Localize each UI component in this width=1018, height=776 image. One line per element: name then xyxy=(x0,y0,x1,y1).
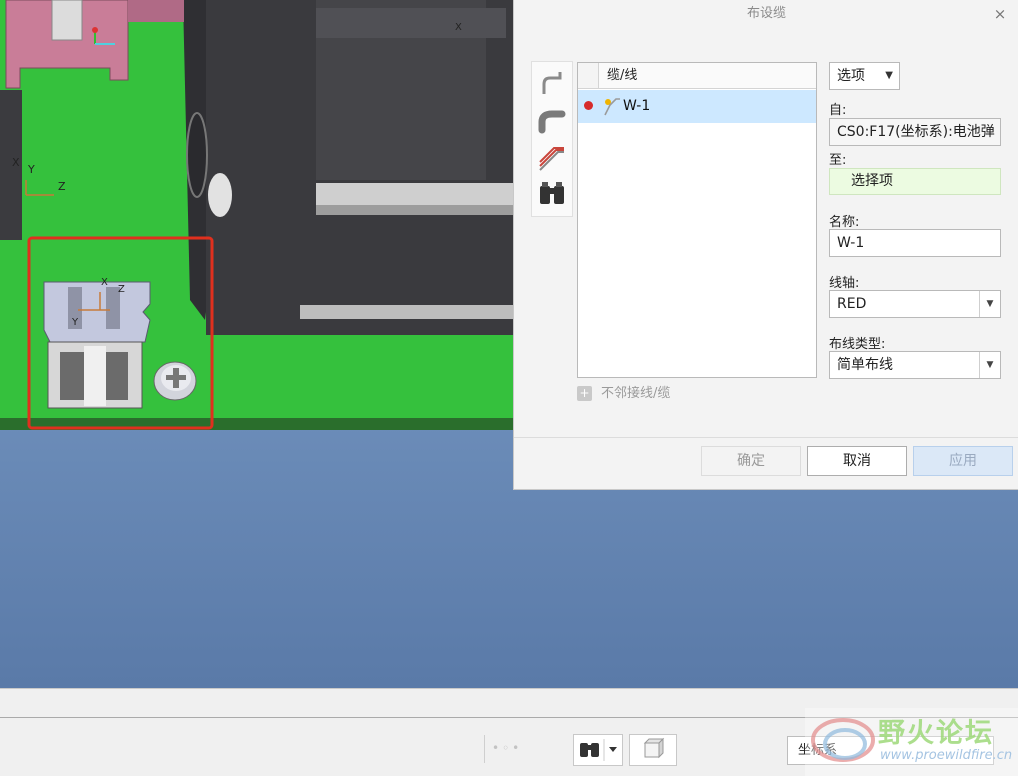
status-separator xyxy=(484,735,485,763)
triad-z-label: Z xyxy=(58,180,66,193)
spool-value: RED xyxy=(837,296,867,312)
table-header-cable-wire: 缆/线 xyxy=(599,63,816,89)
shaft-cap xyxy=(208,173,232,217)
route-tool-strip xyxy=(531,61,573,217)
route-cable-icon[interactable] xyxy=(536,104,568,136)
to-label: 至: xyxy=(829,153,847,168)
part-z-label: Z xyxy=(118,284,125,295)
cancel-button[interactable]: 取消 xyxy=(807,446,907,476)
triad-y-label: Y xyxy=(27,163,35,176)
options-label: 选项 xyxy=(837,68,865,84)
route-ribbon-icon[interactable] xyxy=(536,142,568,174)
routing-type-select[interactable]: 简单布线 ▼ xyxy=(829,351,1001,379)
adjacent-wires-label: 不邻接线/缆 xyxy=(601,386,671,401)
chevron-down-icon[interactable]: ▼ xyxy=(979,291,1000,317)
dialog-divider xyxy=(514,437,1018,438)
routing-type-value: 简单布线 xyxy=(837,357,893,373)
spool-label: 线轴: xyxy=(829,276,860,291)
status-dot xyxy=(584,101,593,110)
close-icon[interactable]: × xyxy=(990,4,1010,24)
top-axis-x-label: X xyxy=(455,22,462,33)
wire-icon xyxy=(604,98,620,116)
route-cables-dialog: 布设缆 × 缆/线 W-1 + 不邻接线/缆 选项 ▼ 自: CS0:F17(坐… xyxy=(513,0,1018,490)
shaft-top-shade xyxy=(316,205,514,215)
cube-icon xyxy=(643,737,665,759)
from-label: 自: xyxy=(829,103,847,118)
spool-select[interactable]: RED ▼ xyxy=(829,290,1001,318)
ok-button[interactable]: 确定 xyxy=(701,446,801,476)
find-binoculars-icon[interactable] xyxy=(536,178,568,210)
triad-x-label: X xyxy=(12,156,20,169)
table-row[interactable]: W-1 xyxy=(578,90,816,123)
pink-bracket-top xyxy=(128,0,184,22)
view-cube-button[interactable] xyxy=(629,734,677,766)
battery-connector[interactable]: X Y Z xyxy=(43,277,151,409)
list-item-label: W-1 xyxy=(623,98,651,114)
screw[interactable] xyxy=(153,361,197,401)
chevron-down-icon[interactable]: ▼ xyxy=(979,352,1000,378)
from-field[interactable]: CS0:F17(坐标系):电池弹 xyxy=(829,118,1001,146)
to-select-field[interactable]: 选择项 xyxy=(829,168,1001,195)
pillar xyxy=(51,0,83,41)
chevron-down-icon: ▼ xyxy=(885,70,893,81)
name-label: 名称: xyxy=(829,215,860,230)
status-indicator-dots: •◦• xyxy=(492,741,523,755)
shaft-bottom xyxy=(300,305,514,319)
routing-type-label: 布线类型: xyxy=(829,337,886,352)
plus-icon[interactable]: + xyxy=(577,386,592,401)
dialog-title: 布设缆 xyxy=(746,6,786,21)
adjacent-wires-toggle[interactable]: + 不邻接线/缆 xyxy=(577,384,717,404)
apply-button[interactable]: 应用 xyxy=(913,446,1013,476)
name-field[interactable]: W-1 xyxy=(829,229,1001,257)
part-y-label: Y xyxy=(71,317,79,328)
part-x-label: X xyxy=(101,277,108,288)
find-button[interactable] xyxy=(573,734,623,766)
watermark-title: 野火论坛 xyxy=(878,718,994,749)
gear-disc xyxy=(186,112,208,198)
table-corner-cell xyxy=(578,63,599,89)
motor-panel-top xyxy=(316,8,506,38)
binoculars-icon xyxy=(580,739,617,761)
route-wire-icon[interactable] xyxy=(536,68,568,100)
options-dropdown[interactable]: 选项 ▼ xyxy=(829,62,900,90)
axis-mark-dot xyxy=(92,27,98,33)
cable-wire-table[interactable]: 缆/线 W-1 xyxy=(577,62,817,378)
watermark-url: www.proewildfire.cn xyxy=(880,748,1013,763)
